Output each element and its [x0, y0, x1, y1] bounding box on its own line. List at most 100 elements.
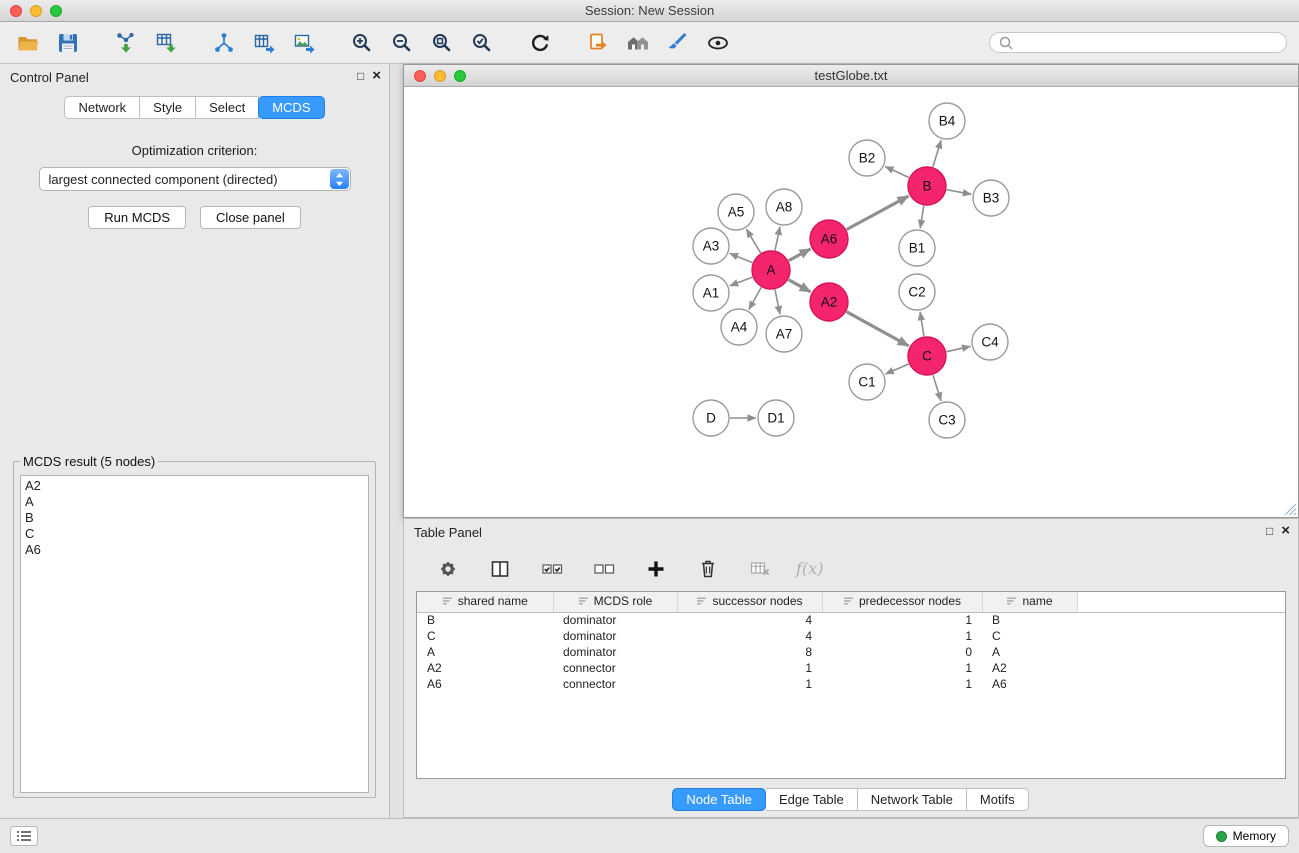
- table-cell[interactable]: B: [417, 612, 553, 628]
- mcds-result-item[interactable]: A: [25, 494, 364, 510]
- zoom-selected-button[interactable]: [466, 28, 498, 58]
- graph-edge-B-B4[interactable]: [933, 140, 941, 167]
- create-column-button[interactable]: [640, 554, 672, 584]
- graph-node-B1[interactable]: B1: [899, 230, 935, 266]
- graph-node-B3[interactable]: B3: [973, 180, 1009, 216]
- mcds-result-item[interactable]: A6: [25, 542, 364, 558]
- table-row[interactable]: A2connector11A2: [417, 660, 1285, 676]
- close-panel-button[interactable]: Close panel: [200, 206, 301, 229]
- graph-node-B2[interactable]: B2: [849, 140, 885, 176]
- table-cell[interactable]: connector: [553, 676, 677, 692]
- mcds-result-item[interactable]: A2: [25, 478, 364, 494]
- table-row[interactable]: Bdominator41B: [417, 612, 1285, 628]
- show-hide-button[interactable]: [702, 28, 734, 58]
- graph-edge-C-C2[interactable]: [920, 312, 924, 336]
- table-cell[interactable]: connector: [553, 660, 677, 676]
- control-tab-select[interactable]: Select: [196, 96, 259, 119]
- apply-layout-button[interactable]: [524, 28, 556, 58]
- style-brush-button[interactable]: [662, 28, 694, 58]
- graph-edge-C-C3[interactable]: [933, 375, 941, 401]
- table-cell[interactable]: A2: [982, 660, 1077, 676]
- table-cell[interactable]: 1: [822, 612, 982, 628]
- float-table-panel-icon[interactable]: □: [1266, 524, 1273, 538]
- control-tab-network[interactable]: Network: [64, 96, 140, 119]
- zoom-out-button[interactable]: [386, 28, 418, 58]
- table-cell[interactable]: A6: [982, 676, 1077, 692]
- control-tab-style[interactable]: Style: [140, 96, 196, 119]
- graph-node-A3[interactable]: A3: [693, 228, 729, 264]
- optimization-criterion-select[interactable]: largest connected component (directed): [39, 167, 351, 191]
- open-session-button[interactable]: [12, 28, 44, 58]
- task-history-button[interactable]: [10, 826, 38, 846]
- graph-node-C4[interactable]: C4: [972, 324, 1008, 360]
- graph-node-A2[interactable]: A2: [810, 283, 848, 321]
- column-header-MCDS-role[interactable]: MCDS role: [553, 592, 677, 612]
- graph-edge-A-A3[interactable]: [730, 253, 753, 262]
- deselect-all-button[interactable]: [588, 554, 620, 584]
- function-builder-button[interactable]: f(x): [796, 559, 823, 578]
- table-cell[interactable]: dominator: [553, 612, 677, 628]
- table-cell[interactable]: 1: [822, 676, 982, 692]
- document-copy-button[interactable]: [582, 28, 614, 58]
- table-cell[interactable]: A: [417, 644, 553, 660]
- control-tab-mcds[interactable]: MCDS: [258, 96, 324, 119]
- table-cell[interactable]: C: [982, 628, 1077, 644]
- graph-edge-C-C1[interactable]: [885, 364, 908, 374]
- table-cell[interactable]: A: [982, 644, 1077, 660]
- import-table-button[interactable]: [150, 28, 182, 58]
- graph-edge-B-B3[interactable]: [947, 190, 972, 195]
- table-cell[interactable]: 4: [677, 628, 822, 644]
- mcds-result-item[interactable]: B: [25, 510, 364, 526]
- table-row[interactable]: Cdominator41C: [417, 628, 1285, 644]
- graph-node-C[interactable]: C: [908, 337, 946, 375]
- search-box[interactable]: [989, 32, 1287, 53]
- export-table-button[interactable]: [248, 28, 280, 58]
- mcds-result-item[interactable]: C: [25, 526, 364, 542]
- graph-edge-A-A4[interactable]: [749, 287, 761, 309]
- table-row[interactable]: Adominator80A: [417, 644, 1285, 660]
- graph-edge-A2-C[interactable]: [847, 312, 909, 346]
- table-cell[interactable]: 4: [677, 612, 822, 628]
- column-header-predecessor-nodes[interactable]: predecessor nodes: [822, 592, 982, 612]
- new-network-button[interactable]: [208, 28, 240, 58]
- search-input[interactable]: [1019, 36, 1278, 50]
- select-all-button[interactable]: [536, 554, 568, 584]
- column-header-successor-nodes[interactable]: successor nodes: [677, 592, 822, 612]
- graph-edge-B-B2[interactable]: [885, 167, 909, 178]
- table-cell[interactable]: dominator: [553, 628, 677, 644]
- graph-node-C1[interactable]: C1: [849, 364, 885, 400]
- graph-edge-B-B1[interactable]: [920, 206, 924, 229]
- table-tab-node-table[interactable]: Node Table: [672, 788, 766, 811]
- table-cell[interactable]: dominator: [553, 644, 677, 660]
- graph-edge-A-A5[interactable]: [746, 229, 760, 253]
- zoom-in-button[interactable]: [346, 28, 378, 58]
- graph-edge-A-A1[interactable]: [730, 277, 753, 286]
- close-panel-icon[interactable]: ×: [372, 70, 381, 82]
- graph-edge-A-A6[interactable]: [789, 249, 811, 261]
- graph-edge-A6-B[interactable]: [847, 196, 909, 230]
- table-cell[interactable]: 0: [822, 644, 982, 660]
- graph-node-A7[interactable]: A7: [766, 316, 802, 352]
- graph-node-A6[interactable]: A6: [810, 220, 848, 258]
- close-table-panel-icon[interactable]: ×: [1281, 525, 1290, 537]
- graph-edge-C-C4[interactable]: [947, 346, 971, 351]
- graph-node-B[interactable]: B: [908, 167, 946, 205]
- memory-button[interactable]: Memory: [1203, 825, 1289, 847]
- table-cell[interactable]: A2: [417, 660, 553, 676]
- table-cell[interactable]: 1: [677, 676, 822, 692]
- graph-node-A1[interactable]: A1: [693, 275, 729, 311]
- graph-edge-A-A7[interactable]: [775, 290, 780, 315]
- table-cell[interactable]: 1: [822, 628, 982, 644]
- overview-button[interactable]: [622, 28, 654, 58]
- export-image-button[interactable]: [288, 28, 320, 58]
- graph-node-A[interactable]: A: [752, 251, 790, 289]
- table-cell[interactable]: B: [982, 612, 1077, 628]
- graph-node-B4[interactable]: B4: [929, 103, 965, 139]
- resize-grip-icon[interactable]: [1284, 503, 1297, 516]
- delete-table-button[interactable]: [744, 554, 776, 584]
- save-session-button[interactable]: [52, 28, 84, 58]
- graph-node-C2[interactable]: C2: [899, 274, 935, 310]
- run-mcds-button[interactable]: Run MCDS: [88, 206, 186, 229]
- table-tab-motifs[interactable]: Motifs: [967, 788, 1029, 811]
- mcds-result-list[interactable]: A2ABCA6: [20, 475, 369, 793]
